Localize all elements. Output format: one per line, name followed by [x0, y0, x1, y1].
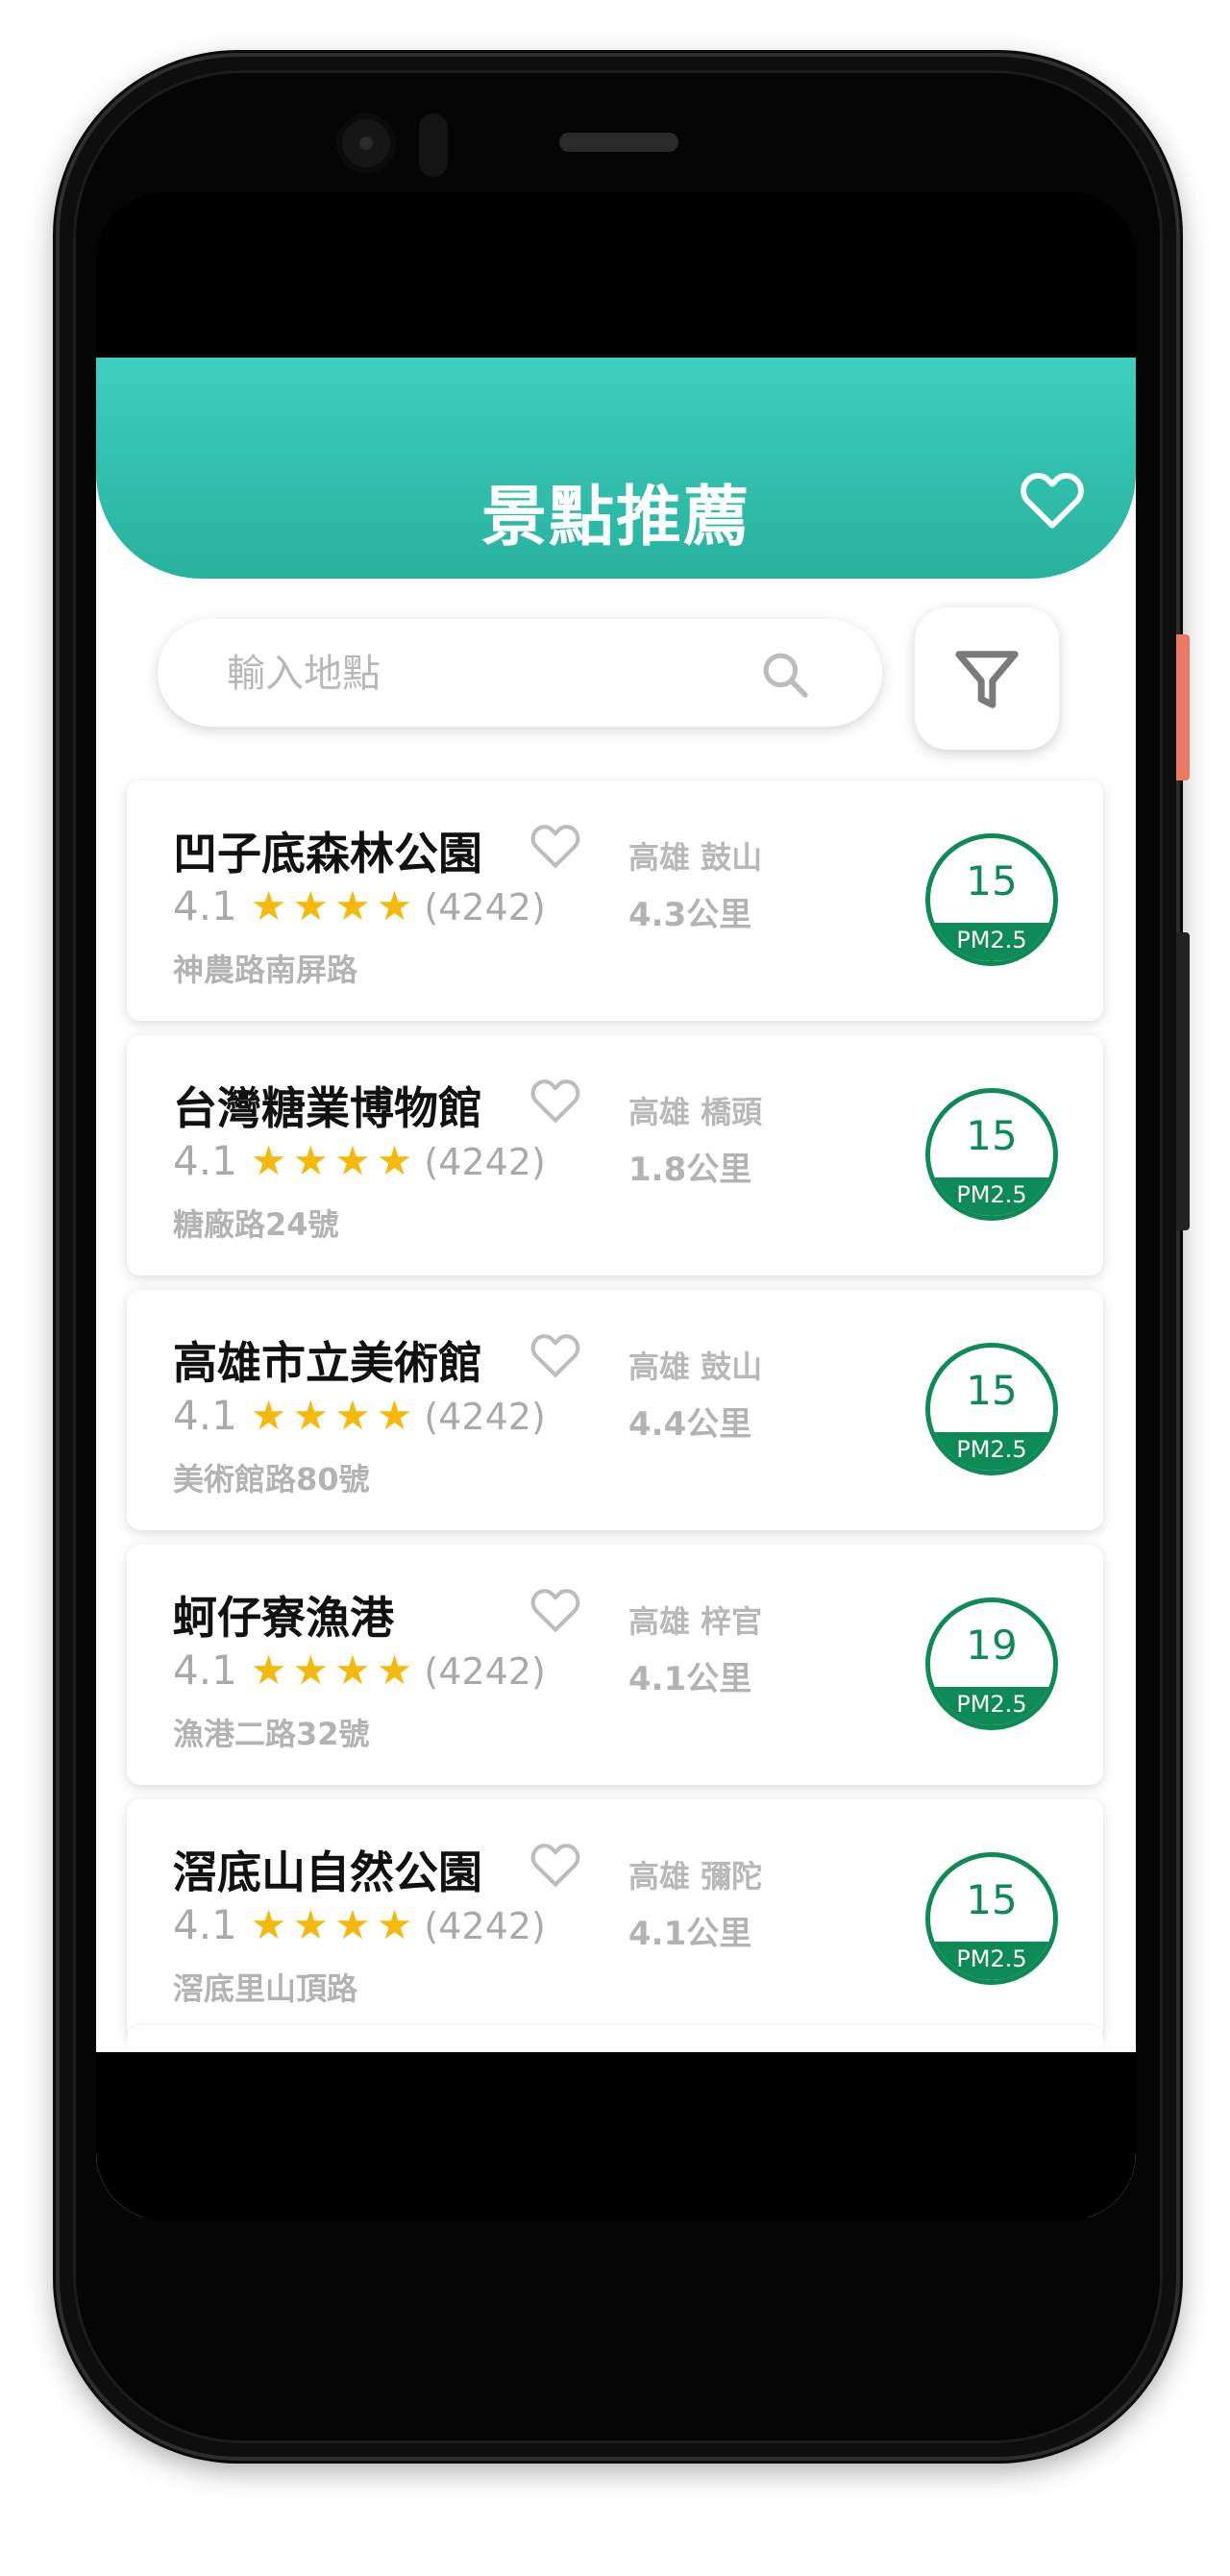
place-distance: 4.1公里 — [628, 1660, 752, 1698]
search-bar — [158, 619, 882, 729]
pm25-value: 15 — [966, 1876, 1018, 1923]
place-address: 糖廠路24號 — [173, 1206, 339, 1243]
rating-row: 4.1 ★★★★ (4242) — [173, 1392, 546, 1439]
rating-value: 4.1 — [173, 1647, 237, 1694]
filter-funnel-icon — [955, 651, 1019, 708]
place-address: 漁港二路32號 — [173, 1716, 370, 1752]
place-region: 高雄 橋頭 — [628, 1094, 763, 1130]
pm25-value: 15 — [966, 1112, 1018, 1159]
rating-stars: ★★★★ — [250, 1392, 419, 1439]
pm25-label: PM2.5 — [930, 1177, 1053, 1216]
place-region: 高雄 彌陀 — [628, 1858, 763, 1895]
place-card[interactable]: 台灣糖業博物館 4.1 ★★★★ (4242) 糖廠路24號 高雄 橋頭 1.8公里… — [127, 1035, 1103, 1276]
rating-stars: ★★★★ — [250, 882, 419, 929]
pm25-label: PM2.5 — [930, 1687, 1053, 1725]
pm25-badge: 15 PM2.5 — [925, 833, 1058, 966]
front-camera — [336, 113, 396, 173]
place-address: 神農路南屏路 — [173, 952, 358, 988]
app-header: 景點推薦 — [96, 358, 1136, 579]
rating-stars: ★★★★ — [250, 1647, 419, 1694]
volume-button — [1176, 932, 1190, 1230]
favorite-heart-icon[interactable] — [529, 1330, 582, 1378]
place-card[interactable]: 滘底山自然公園 4.1 ★★★★ (4242) 滘底里山頂路 高雄 彌陀 4.1公里… — [127, 1799, 1103, 2040]
place-region: 高雄 鼓山 — [628, 839, 763, 876]
pm25-badge: 15 PM2.5 — [925, 1852, 1058, 1985]
rating-value: 4.1 — [173, 1901, 237, 1948]
place-name: 台灣糖業博物館 — [173, 1082, 482, 1134]
power-button — [1176, 634, 1190, 780]
pm25-value: 15 — [966, 857, 1018, 904]
place-name: 蚵仔寮漁港 — [173, 1592, 394, 1644]
review-count: (4242) — [424, 1650, 546, 1693]
rating-value: 4.1 — [173, 1137, 237, 1184]
pm25-value: 15 — [966, 1367, 1018, 1414]
rating-row: 4.1 ★★★★ (4242) — [173, 1647, 546, 1694]
place-address: 美術館路80號 — [173, 1461, 370, 1498]
review-count: (4242) — [424, 1396, 546, 1438]
page-title: 景點推薦 — [480, 480, 750, 556]
status-bar — [96, 192, 1136, 358]
review-count: (4242) — [424, 1141, 546, 1183]
phone-screen: 景點推薦 凹子底森林公園 4.1★★★★(4242) 神農路南屏路 — [96, 192, 1136, 2220]
favorite-heart-icon[interactable] — [529, 1076, 582, 1124]
rating-stars: ★★★★ — [250, 1901, 419, 1948]
app-root: 景點推薦 凹子底森林公園 4.1★★★★(4242) 神農路南屏路 — [96, 358, 1136, 2217]
review-count: (4242) — [424, 1905, 546, 1947]
rating-row: 4.1 ★★★★ (4242) — [173, 1137, 546, 1184]
pm25-value: 19 — [966, 1622, 1018, 1669]
heart-outline-icon[interactable] — [1019, 468, 1086, 530]
rating-stars: ★★★★ — [250, 1137, 419, 1184]
pm25-label: PM2.5 — [930, 923, 1053, 961]
place-name: 滘底山自然公園 — [173, 1846, 482, 1898]
place-card[interactable]: 蚵仔寮漁港 4.1 ★★★★ (4242) 漁港二路32號 高雄 梓官 4.1公里 … — [127, 1545, 1103, 1785]
pm25-badge: 15 PM2.5 — [925, 1343, 1058, 1475]
review-count: (4242) — [424, 886, 546, 929]
favorite-heart-icon[interactable] — [529, 1585, 582, 1633]
rating-value: 4.1 — [173, 882, 237, 929]
place-region: 高雄 梓官 — [628, 1603, 763, 1640]
place-name: 凹子底森林公園 — [173, 828, 482, 879]
rating-value: 4.1 — [173, 1392, 237, 1439]
place-region: 高雄 鼓山 — [628, 1349, 763, 1385]
pm25-badge: 19 PM2.5 — [925, 1598, 1058, 1730]
filter-button[interactable] — [915, 607, 1059, 750]
pm25-label: PM2.5 — [930, 1432, 1053, 1471]
navigation-bar-area — [96, 2052, 1136, 2220]
place-distance: 4.1公里 — [628, 1915, 752, 1953]
earpiece-speaker — [559, 133, 678, 152]
pm25-label: PM2.5 — [930, 1942, 1053, 1980]
rating-row: 4.1 ★★★★ (4242) — [173, 882, 546, 929]
search-input[interactable] — [225, 619, 728, 729]
place-address: 滘底里山頂路 — [173, 1970, 358, 2007]
place-name: 高雄市立美術館 — [173, 1337, 482, 1389]
place-card[interactable]: 凹子底森林公園 4.1 ★★★★ (4242) 神農路南屏路 高雄 鼓山 4.3公里… — [127, 780, 1103, 1021]
place-distance: 4.4公里 — [628, 1405, 752, 1444]
proximity-sensor — [419, 113, 448, 177]
rating-row: 4.1 ★★★★ (4242) — [173, 1901, 546, 1948]
place-distance: 1.8公里 — [628, 1151, 752, 1189]
favorite-heart-icon[interactable] — [529, 821, 582, 869]
search-icon[interactable] — [758, 648, 812, 702]
pm25-badge: 15 PM2.5 — [925, 1088, 1058, 1221]
place-card[interactable]: 高雄市立美術館 4.1 ★★★★ (4242) 美術館路80號 高雄 鼓山 4.4公… — [127, 1290, 1103, 1530]
place-distance: 4.3公里 — [628, 896, 752, 934]
favorite-heart-icon[interactable] — [529, 1840, 582, 1888]
